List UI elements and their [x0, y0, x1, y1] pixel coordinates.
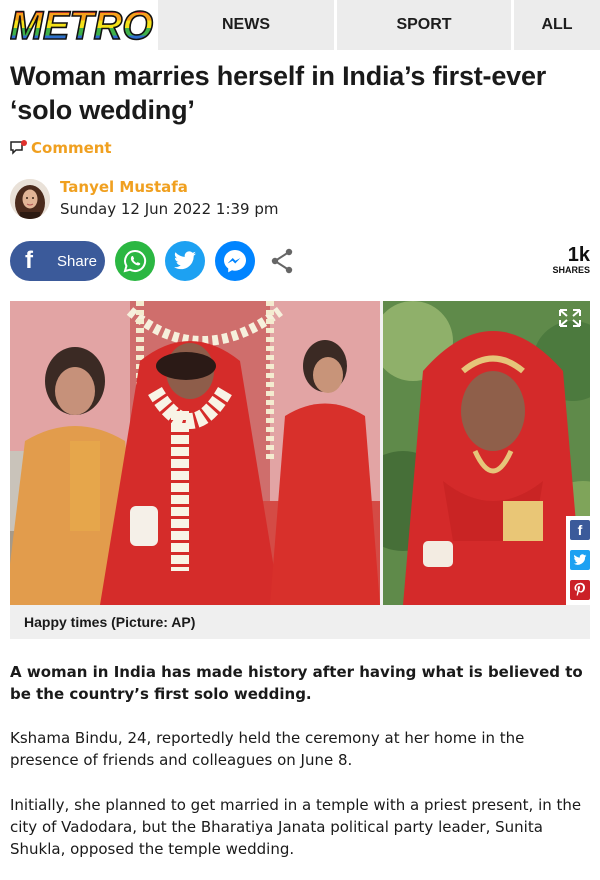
author-name[interactable]: Tanyel Mustafa — [60, 178, 188, 196]
pinterest-icon — [574, 582, 585, 597]
comment-label: Comment — [31, 139, 112, 157]
messenger-icon — [224, 250, 246, 273]
article-image[interactable] — [10, 301, 590, 605]
comment-icon — [10, 140, 27, 155]
article-headline: Woman marries herself in India’s first-e… — [10, 61, 547, 125]
wedding-photo-left — [10, 301, 380, 605]
share-label: Share — [57, 252, 98, 270]
facebook-icon: f — [25, 247, 33, 274]
image-caption: Happy times (Picture: AP) — [10, 605, 590, 639]
twitter-icon — [174, 251, 196, 270]
whatsapp-icon — [123, 249, 147, 273]
twitter-share-button[interactable] — [165, 241, 205, 281]
share-count: 1k — [567, 244, 590, 266]
comment-link[interactable]: Comment — [10, 138, 112, 158]
facebook-icon: f — [577, 522, 583, 538]
share-count-label: SHARES — [552, 265, 590, 275]
nav-all[interactable]: ALL — [514, 0, 600, 50]
share-icon[interactable] — [268, 246, 298, 276]
image-twitter-share[interactable] — [570, 550, 590, 570]
author-avatar[interactable] — [10, 179, 50, 219]
article-paragraph: Initially, she planned to get married in… — [10, 796, 582, 858]
site-header: METRO NEWS SPORT ALL — [0, 0, 600, 50]
facebook-share-button[interactable]: f Share — [10, 241, 105, 281]
twitter-icon — [573, 554, 587, 565]
nav-sport[interactable]: SPORT — [337, 0, 511, 50]
wedding-photo-right — [383, 301, 590, 605]
whatsapp-share-button[interactable] — [115, 241, 155, 281]
messenger-share-button[interactable] — [215, 241, 255, 281]
image-pinterest-share[interactable] — [570, 580, 590, 600]
article-lead-paragraph: A woman in India has made history after … — [10, 663, 583, 703]
svg-text:METRO: METRO — [10, 6, 153, 44]
publish-date: Sunday 12 Jun 2022 1:39 pm — [60, 200, 279, 218]
nav-news[interactable]: NEWS — [158, 0, 334, 50]
image-share-rail: f — [566, 516, 594, 606]
metro-logo[interactable]: METRO — [10, 6, 155, 44]
article-paragraph: Kshama Bindu, 24, reportedly held the ce… — [10, 729, 525, 769]
image-facebook-share[interactable]: f — [570, 520, 590, 540]
expand-icon[interactable] — [556, 307, 584, 329]
